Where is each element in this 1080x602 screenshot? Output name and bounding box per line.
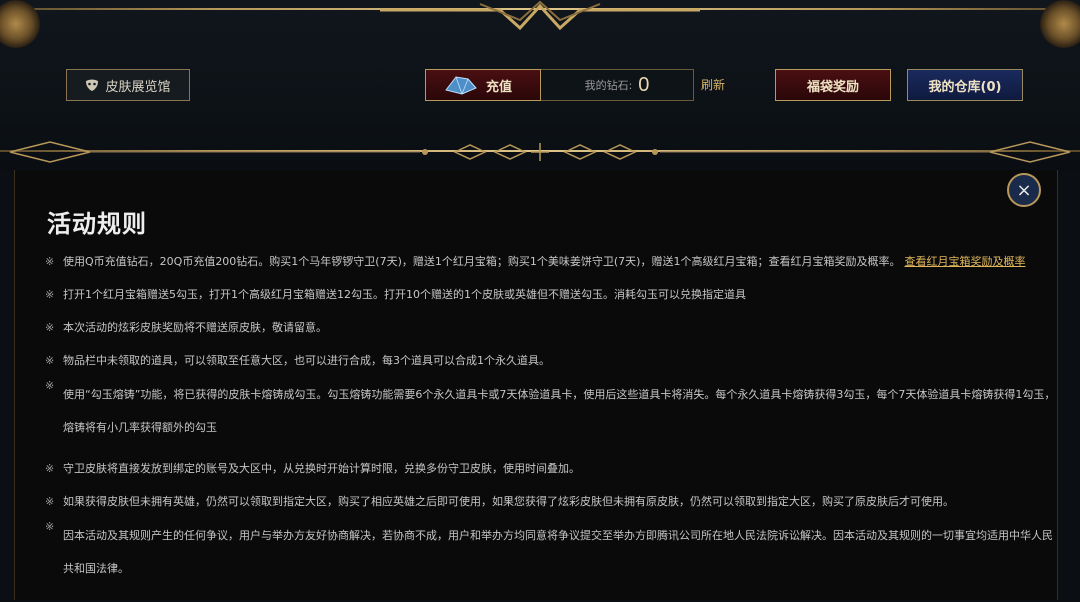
- rules-modal: × 活动规则 ※ 使用Q币充值钻石，20Q币充值200钻石。购买1个马年锣锣守卫…: [14, 170, 1058, 600]
- close-button[interactable]: ×: [1007, 173, 1041, 207]
- frame-corner-left: [0, 0, 40, 48]
- rule-item: ※ 如果获得皮肤但未拥有英雄，仍然可以领取到指定大区，购买了相应英雄之后即可使用…: [45, 494, 1057, 510]
- frame-corner-right: [1040, 0, 1080, 48]
- rule-text: 本次活动的炫彩皮肤奖励将不赠送原皮肤，敬请留意。: [63, 321, 327, 334]
- rule-item: ※ 守卫皮肤将直接发放到绑定的账号及大区中，从兑换时开始计算时限，兑换多份守卫皮…: [45, 461, 1057, 477]
- rule-marker: ※: [45, 288, 55, 301]
- diamond-value: 0: [638, 73, 650, 96]
- rule-text: 因本活动及其规则产生的任何争议，用户与举办方友好协商解决，若协商不成，用户和举办…: [63, 529, 1053, 575]
- rule-marker: ※: [45, 354, 55, 367]
- rule-text: 使用“勾玉熔铸”功能，将已获得的皮肤卡熔铸成勾玉。勾玉熔铸功能需要6个永久道具卡…: [63, 388, 1056, 434]
- diamond-balance: 我的钻石: 0: [541, 69, 694, 101]
- reward-odds-link[interactable]: 查看红月宝箱奖励及概率: [904, 255, 1025, 268]
- rule-text: 如果获得皮肤但未拥有英雄，仍然可以领取到指定大区，购买了相应英雄之后即可使用，如…: [63, 495, 954, 508]
- rule-item: ※ 因本活动及其规则产生的任何争议，用户与举办方友好协商解决，若协商不成，用户和…: [45, 519, 1057, 585]
- rule-text: 守卫皮肤将直接发放到绑定的账号及大区中，从兑换时开始计算时限，兑换多份守卫皮肤，…: [63, 462, 580, 475]
- mask-icon: [86, 79, 99, 91]
- skin-gallery-label: 皮肤展览馆: [105, 79, 171, 95]
- modal-title: 活动规则: [47, 210, 147, 238]
- recharge-label: 充值: [486, 79, 513, 95]
- refresh-link[interactable]: 刷新: [701, 76, 725, 93]
- rule-item: ※ 打开1个红月宝箱赠送5勾玉，打开1个高级红月宝箱赠送12勾玉。打开10个赠送…: [45, 287, 1057, 303]
- rule-marker: ※: [45, 379, 55, 392]
- rule-item: ※ 使用“勾玉熔铸”功能，将已获得的皮肤卡熔铸成勾玉。勾玉熔铸功能需要6个永久道…: [45, 378, 1057, 444]
- warehouse-button[interactable]: 我的仓库(0): [907, 69, 1023, 101]
- skin-gallery-button[interactable]: 皮肤展览馆: [66, 69, 190, 101]
- frame-crown-ornament: [380, 0, 700, 31]
- recharge-button[interactable]: 充值: [425, 69, 541, 101]
- lucky-bag-button[interactable]: 福袋奖励: [775, 69, 891, 101]
- rule-marker: ※: [45, 520, 55, 533]
- crystal-icon: [445, 76, 477, 95]
- rule-marker: ※: [45, 462, 55, 475]
- rule-marker: ※: [45, 321, 55, 334]
- rule-marker: ※: [45, 255, 55, 268]
- diamond-label: 我的钻石:: [584, 79, 633, 92]
- rule-item: ※ 物品栏中未领取的道具，可以领取至任意大区，也可以进行合成，每3个道具可以合成…: [45, 353, 1057, 369]
- rule-item: ※ 使用Q币充值钻石，20Q币充值200钻石。购买1个马年锣锣守卫(7天)，赠送…: [45, 254, 1057, 270]
- close-icon: ×: [1016, 179, 1032, 201]
- rule-text: 使用Q币充值钻石，20Q币充值200钻石。购买1个马年锣锣守卫(7天)，赠送1个…: [63, 255, 901, 268]
- rule-marker: ※: [45, 495, 55, 508]
- frame-divider-ornament: [9, 141, 1071, 163]
- rule-text: 打开1个红月宝箱赠送5勾玉，打开1个高级红月宝箱赠送12勾玉。打开10个赠送的1…: [63, 288, 746, 301]
- rule-text: 物品栏中未领取的道具，可以领取至任意大区，也可以进行合成，每3个道具可以合成1个…: [63, 354, 550, 367]
- rules-list: ※ 使用Q币充值钻石，20Q币充值200钻石。购买1个马年锣锣守卫(7天)，赠送…: [45, 254, 1057, 602]
- rule-item: ※ 本次活动的炫彩皮肤奖励将不赠送原皮肤，敬请留意。: [45, 320, 1057, 336]
